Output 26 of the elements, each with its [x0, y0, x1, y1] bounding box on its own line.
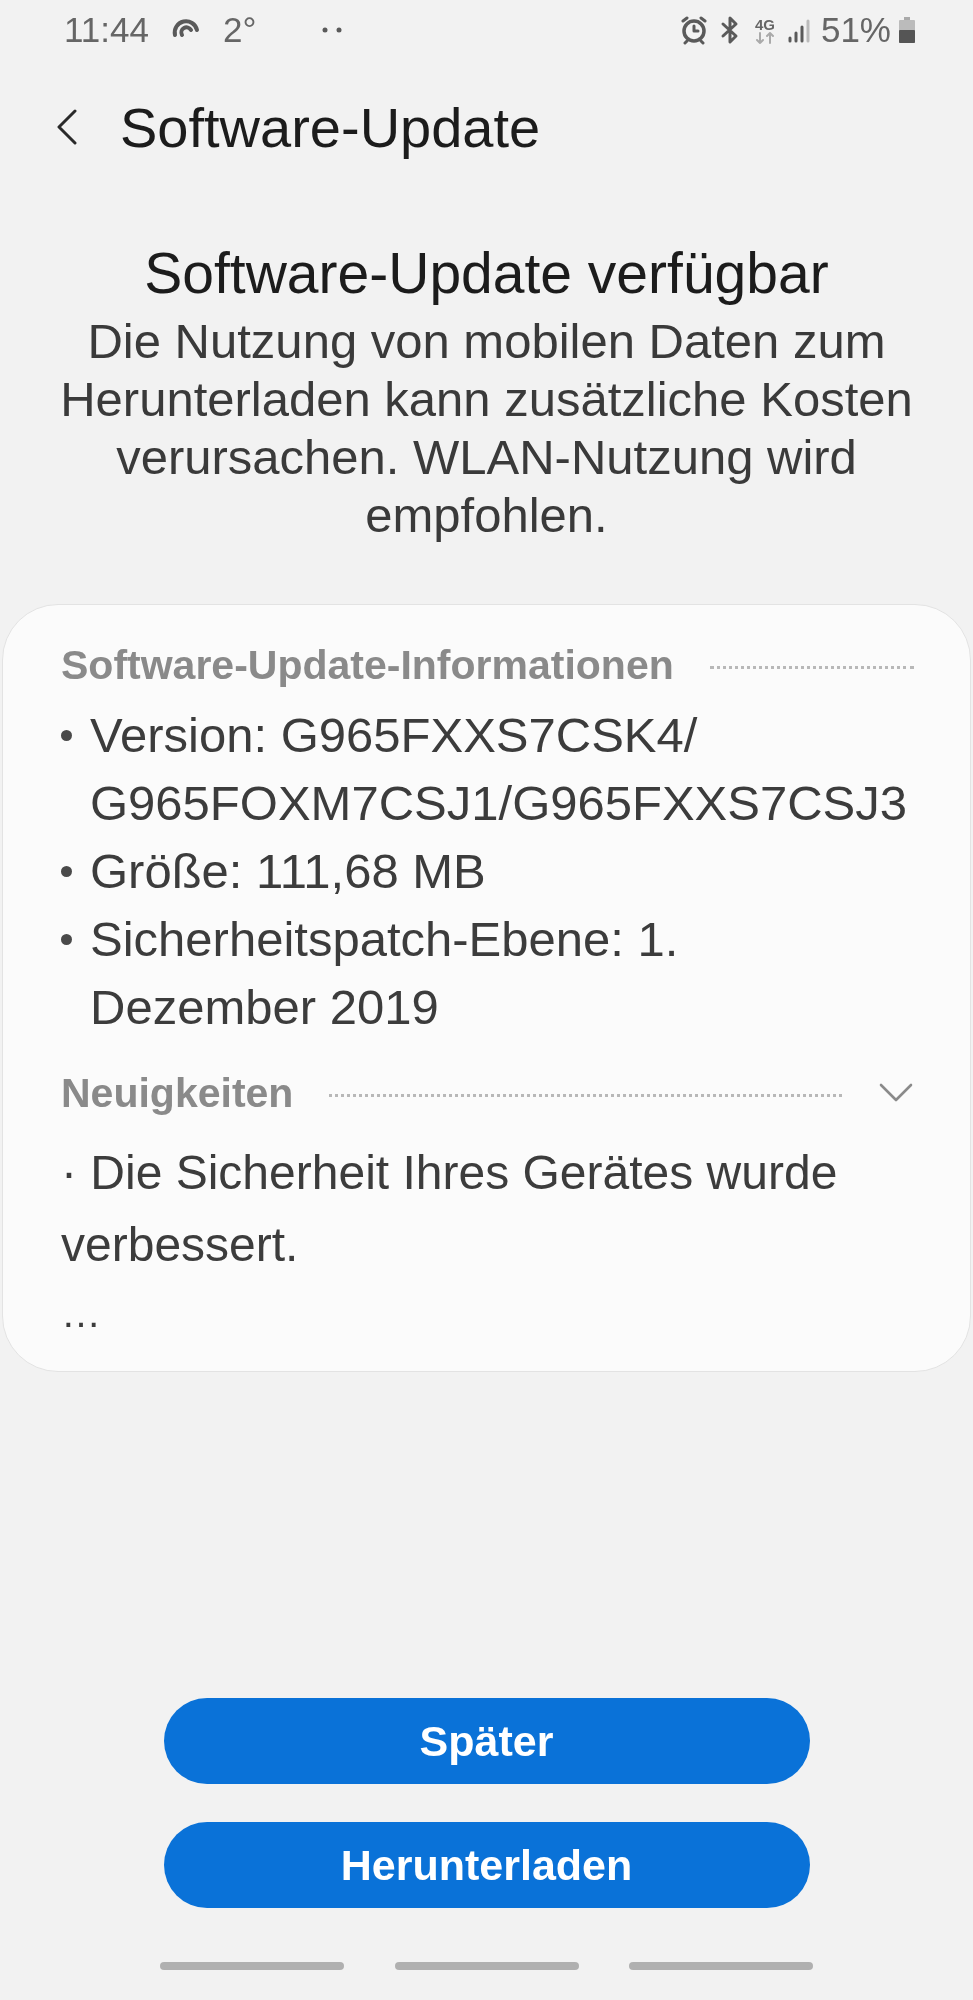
chevron-down-icon[interactable] [878, 1082, 914, 1104]
nav-handle[interactable] [160, 1962, 345, 1970]
bullet-icon [61, 934, 72, 945]
battery-icon [899, 17, 915, 43]
update-heading: Software-Update verfügbar [143, 240, 830, 306]
info-text: Sicherheitspatch-Ebene: 1. Dezember 2019 [90, 911, 680, 1036]
section-title: Software-Update-Informationen [61, 641, 674, 689]
news-text: · Die Sicherheit Ihres Gerätes wurde verbessert. [61, 1145, 839, 1273]
network-label: 4G [754, 16, 775, 32]
info-text: Version: G965FXXS7CSK4/G965FOXM7CSJ1/G965FXXS7CSJ3 [90, 707, 909, 832]
section-title: Neuigkeiten [61, 1069, 294, 1117]
nav-handle[interactable] [628, 1962, 813, 1970]
nav-handle[interactable] [394, 1962, 579, 1970]
more-ellipsis: … [61, 1291, 102, 1335]
bullet-icon [61, 730, 72, 741]
download-button[interactable]: Herunterladen [163, 1822, 810, 1908]
data-arrows-icon [754, 31, 775, 44]
info-text: Größe: 111,68 MB [90, 843, 486, 900]
signal-icon [786, 17, 813, 43]
later-button[interactable]: Später [163, 1698, 810, 1784]
battery-percent: 51% [820, 10, 891, 50]
data-usage-message: Die Nutzung von mobilen Daten zum Herunterladen kann zusätzliche Kosten verursachen. WLAN-Nutzung wird empfohlen. [59, 313, 914, 544]
time: 11:44 [64, 10, 149, 50]
bullet-icon [61, 866, 72, 877]
page-title: Software-Update [120, 94, 541, 160]
temperature: 2° [223, 10, 257, 50]
